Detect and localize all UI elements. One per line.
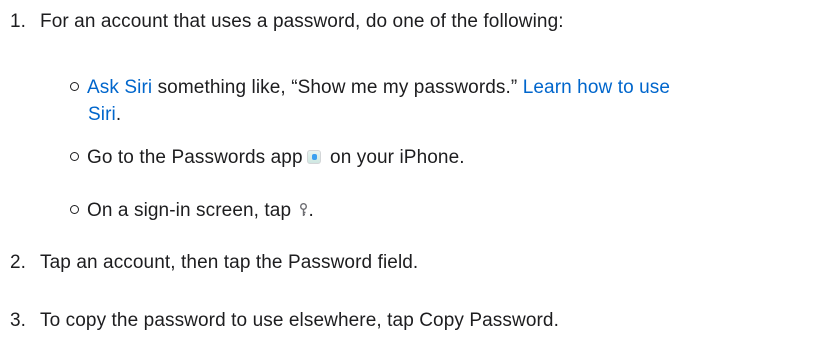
substep-text-after: on your iPhone. xyxy=(324,147,465,168)
substep-text-after: . xyxy=(308,200,314,221)
step-text: For an account that uses a password, do … xyxy=(40,11,564,32)
substep-ask-siri-continued: Siri. xyxy=(88,100,121,130)
step-text: To copy the password to use elsewhere, t… xyxy=(40,310,559,331)
learn-siri-link-continued[interactable]: Siri xyxy=(88,104,116,125)
step-2: 2. Tap an account, then tap the Password … xyxy=(10,248,418,278)
key-icon xyxy=(299,198,308,228)
step-number: 2. xyxy=(10,252,27,273)
passwords-app-icon xyxy=(306,150,321,164)
bullet-icon xyxy=(70,152,79,161)
bullet-icon xyxy=(70,82,79,91)
substep-text: Go to the Passwords app xyxy=(87,147,303,168)
step-number: 1. xyxy=(10,11,27,32)
step-1: 1. For an account that uses a password, d… xyxy=(10,7,564,37)
step-3: 3. To copy the password to use elsewhere,… xyxy=(10,306,559,336)
step-number: 3. xyxy=(10,310,27,331)
substep-text: On a sign-in screen, tap xyxy=(87,200,297,221)
step-text: Tap an account, then tap the Password fi… xyxy=(40,252,419,273)
ask-siri-link[interactable]: Ask Siri xyxy=(87,77,152,98)
learn-siri-link[interactable]: Learn how to use xyxy=(523,77,670,98)
substep-period: . xyxy=(115,104,122,125)
substep-text: something like, “Show me my passwords.” xyxy=(152,77,523,98)
substep-ask-siri: Ask Siri something like, “Show me my pas… xyxy=(70,73,670,103)
substep-sign-in-screen: On a sign-in screen, tap . xyxy=(70,196,314,228)
bullet-icon xyxy=(70,205,79,214)
substep-passwords-app: Go to the Passwords app on your iPhone. xyxy=(70,143,465,173)
